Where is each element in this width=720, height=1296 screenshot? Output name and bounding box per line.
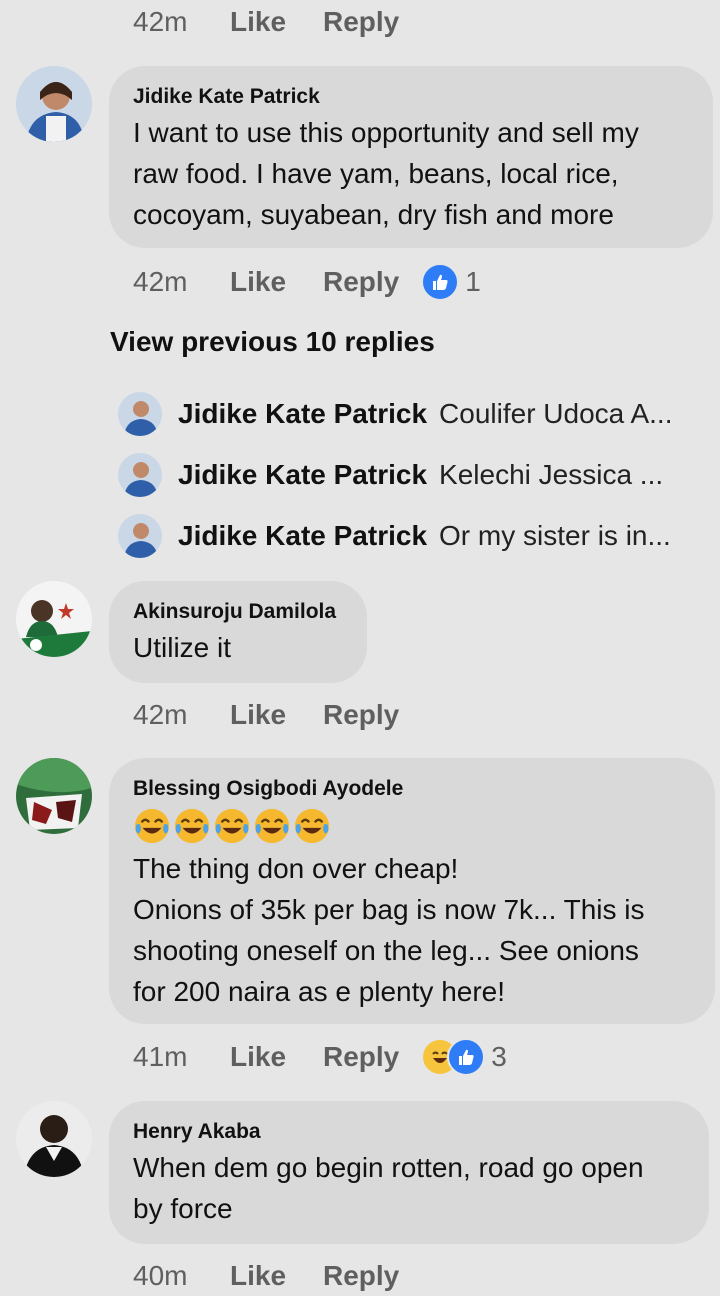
commenter-name[interactable]: Jidike Kate Patrick xyxy=(133,82,689,112)
comment-text: I want to use this opportunity and sell … xyxy=(133,117,639,230)
comment-text: The thing don over cheap! Onions of 35k … xyxy=(133,853,645,1007)
comment-meta-row: 42m Like Reply 1 xyxy=(133,262,481,302)
emoji-row xyxy=(133,806,691,846)
like-reaction-icon xyxy=(421,263,460,301)
avatar[interactable] xyxy=(118,514,162,558)
comment-meta-row: 41m Like Reply 3 xyxy=(133,1037,507,1077)
reactions[interactable]: 3 xyxy=(421,1038,507,1076)
reply-preview[interactable]: Jidike Kate Patrick Kelechi Jessica ... xyxy=(178,453,708,497)
avatar[interactable] xyxy=(16,758,92,834)
comment-text: Utilize it xyxy=(133,632,232,663)
like-button[interactable]: Like xyxy=(230,266,323,298)
comment-bubble: Blessing Osigbodi Ayodele The thing don … xyxy=(109,758,715,1024)
comment-meta-row: 40m Like Reply xyxy=(133,1256,399,1296)
tears-of-joy-emoji-icon xyxy=(214,808,250,844)
reply-author: Jidike Kate Patrick xyxy=(178,459,428,490)
tears-of-joy-emoji-icon xyxy=(294,808,330,844)
avatar[interactable] xyxy=(16,581,92,657)
commenter-name[interactable]: Blessing Osigbodi Ayodele xyxy=(133,774,691,804)
tears-of-joy-emoji-icon xyxy=(254,808,290,844)
comment-time: 42m xyxy=(133,699,188,730)
avatar[interactable] xyxy=(16,1101,92,1177)
reply-button[interactable]: Reply xyxy=(323,6,399,38)
comment-time: 41m xyxy=(133,1041,188,1072)
comment-meta-row: 42m Like Reply xyxy=(133,2,399,42)
reply-preview[interactable]: Jidike Kate Patrick Coulifer Udoca A... xyxy=(178,392,708,436)
reply-text: Coulifer Udoca A... xyxy=(439,398,673,429)
comment-time: 42m xyxy=(133,6,188,37)
reply-text: Or my sister is in... xyxy=(439,520,671,551)
reply-text: Kelechi Jessica ... xyxy=(439,459,664,490)
like-reaction-icon xyxy=(447,1038,486,1076)
comment-time: 42m xyxy=(133,266,188,297)
reaction-count: 1 xyxy=(465,266,481,297)
avatar[interactable] xyxy=(16,66,92,142)
reply-button[interactable]: Reply xyxy=(323,1041,399,1073)
reply-button[interactable]: Reply xyxy=(323,699,399,731)
reply-author: Jidike Kate Patrick xyxy=(178,398,428,429)
commenter-name[interactable]: Akinsuroju Damilola xyxy=(133,597,343,627)
like-button[interactable]: Like xyxy=(230,1041,323,1073)
like-button[interactable]: Like xyxy=(230,6,323,38)
reply-author: Jidike Kate Patrick xyxy=(178,520,428,551)
reactions[interactable]: 1 xyxy=(421,263,481,301)
reply-button[interactable]: Reply xyxy=(323,266,399,298)
reply-button[interactable]: Reply xyxy=(323,1260,399,1292)
comment-text: When dem go begin rotten, road go open b… xyxy=(133,1152,644,1224)
comment-bubble: Akinsuroju Damilola Utilize it xyxy=(109,581,367,683)
like-button[interactable]: Like xyxy=(230,1260,323,1292)
comment-meta-row: 42m Like Reply xyxy=(133,695,399,735)
avatar[interactable] xyxy=(118,392,162,436)
reply-preview[interactable]: Jidike Kate Patrick Or my sister is in..… xyxy=(178,514,708,558)
tears-of-joy-emoji-icon xyxy=(134,808,170,844)
comment-time: 40m xyxy=(133,1260,188,1291)
view-previous-replies-link[interactable]: View previous 10 replies xyxy=(110,326,435,358)
tears-of-joy-emoji-icon xyxy=(174,808,210,844)
like-button[interactable]: Like xyxy=(230,699,323,731)
avatar[interactable] xyxy=(118,453,162,497)
commenter-name[interactable]: Henry Akaba xyxy=(133,1117,685,1147)
reaction-count: 3 xyxy=(491,1041,507,1072)
comment-bubble: Henry Akaba When dem go begin rotten, ro… xyxy=(109,1101,709,1244)
comment-bubble: Jidike Kate Patrick I want to use this o… xyxy=(109,66,713,248)
